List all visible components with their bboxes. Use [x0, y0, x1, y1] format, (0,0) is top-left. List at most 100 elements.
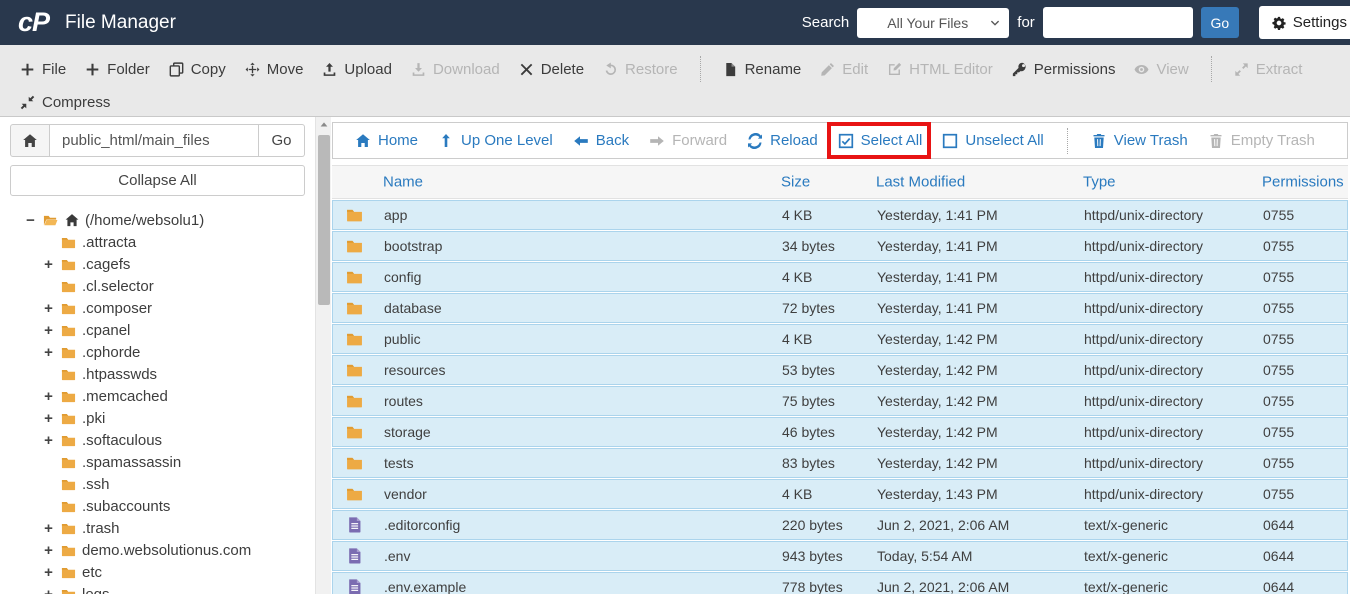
file-row[interactable]: resources 53 bytes Yesterday, 1:42 PM ht…	[332, 355, 1348, 385]
toolbar-button[interactable]: Move	[245, 61, 303, 78]
filenav-button[interactable]: Select All	[826, 122, 932, 159]
toolbar-button[interactable]: Download	[411, 61, 500, 78]
tree-item[interactable]: + .trash	[10, 517, 305, 539]
column-header-permissions[interactable]: Permissions	[1262, 174, 1344, 191]
tree-item[interactable]: + .composer	[10, 297, 305, 319]
tree-item[interactable]: + demo.websolutionus.com	[10, 539, 305, 561]
search-scope-select[interactable]: All Your Files	[857, 7, 1010, 38]
tree-item[interactable]: + logs	[10, 583, 305, 594]
toolbar-button[interactable]: Folder	[85, 61, 150, 78]
collapse-all-button[interactable]: Collapse All	[10, 165, 305, 196]
folder-icon	[60, 389, 77, 404]
checkbox-empty-icon	[942, 133, 958, 149]
column-header-last-modified[interactable]: Last Modified	[876, 174, 965, 191]
toolbar-button[interactable]: Delete	[519, 61, 584, 78]
file-type: httpd/unix-directory	[1084, 393, 1204, 409]
file-row[interactable]: app 4 KB Yesterday, 1:41 PM httpd/unix-d…	[332, 200, 1348, 230]
tree-expander[interactable]: +	[42, 432, 55, 449]
file-row[interactable]: routes 75 bytes Yesterday, 1:42 PM httpd…	[332, 386, 1348, 416]
filenav-button[interactable]: Unselect All	[942, 132, 1044, 149]
tree-expander[interactable]: +	[42, 520, 55, 537]
main-panel: Home Up One Level Back Forward Reload Se…	[331, 117, 1350, 594]
column-header-type[interactable]: Type	[1083, 174, 1116, 191]
filenav-button[interactable]: Home	[355, 132, 418, 149]
toolbar-button-label: Delete	[540, 60, 585, 78]
search-for-label: for	[1017, 14, 1035, 31]
toolbar-button[interactable]: Copy	[169, 61, 226, 78]
tree-expander[interactable]: +	[42, 256, 55, 273]
tree-expander[interactable]: +	[42, 388, 55, 405]
tree-item[interactable]: .ssh	[10, 473, 305, 495]
toolbar-button[interactable]: Permissions	[1012, 61, 1115, 78]
tree-expander[interactable]: +	[42, 344, 55, 361]
tree-expander[interactable]: +	[42, 322, 55, 339]
sidebar-home-button[interactable]	[10, 124, 50, 157]
file-row[interactable]: database 72 bytes Yesterday, 1:41 PM htt…	[332, 293, 1348, 323]
search-go-button[interactable]: Go	[1200, 7, 1239, 38]
tree-item[interactable]: + .memcached	[10, 385, 305, 407]
tree-item[interactable]: − (/home/websolu1)	[10, 209, 305, 231]
file-row[interactable]: bootstrap 34 bytes Yesterday, 1:41 PM ht…	[332, 231, 1348, 261]
toolbar-button[interactable]: Rename	[723, 61, 801, 78]
toolbar-button[interactable]: Compress	[20, 94, 110, 111]
toolbar-button[interactable]: Restore	[603, 61, 678, 78]
file-row[interactable]: tests 83 bytes Yesterday, 1:42 PM httpd/…	[332, 448, 1348, 478]
toolbar-row-2: Compress	[20, 88, 1350, 116]
file-row[interactable]: config 4 KB Yesterday, 1:41 PM httpd/uni…	[332, 262, 1348, 292]
filenav-button[interactable]: Reload	[747, 132, 818, 149]
file-row[interactable]: .env.example 778 bytes Jun 2, 2021, 2:06…	[332, 572, 1348, 594]
tree-item-label: .attracta	[82, 233, 137, 251]
tree-item[interactable]: + .cphorde	[10, 341, 305, 363]
file-size: 943 bytes	[782, 548, 843, 564]
settings-button[interactable]: Settings	[1258, 6, 1350, 39]
file-permissions: 0755	[1263, 424, 1295, 440]
tree-item[interactable]: .attracta	[10, 231, 305, 253]
tree-item[interactable]: + etc	[10, 561, 305, 583]
tree-item[interactable]: + .cpanel	[10, 319, 305, 341]
toolbar-button[interactable]: Edit	[820, 61, 868, 78]
tree-item[interactable]: + .softaculous	[10, 429, 305, 451]
folder-icon	[60, 411, 77, 426]
file-row[interactable]: .env 943 bytes Today, 5:54 AM text/x-gen…	[332, 541, 1348, 571]
tree-expander[interactable]: −	[24, 212, 37, 229]
toolbar-button[interactable]: Upload	[322, 61, 392, 78]
path-input[interactable]	[50, 124, 259, 157]
filenav-button[interactable]: Back	[573, 132, 629, 149]
tree-item[interactable]: .spamassassin	[10, 451, 305, 473]
file-list: app 4 KB Yesterday, 1:41 PM httpd/unix-d…	[331, 200, 1350, 594]
toolbar-button-label: Copy	[190, 60, 226, 78]
folder-open-icon	[42, 213, 59, 228]
tree-expander[interactable]: +	[42, 300, 55, 317]
filenav-button[interactable]: View Trash	[1091, 132, 1188, 149]
filenav-button[interactable]: Up One Level	[438, 132, 553, 149]
scroll-up-arrow[interactable]	[318, 119, 330, 131]
tree-expander[interactable]: +	[42, 542, 55, 559]
file-row[interactable]: storage 46 bytes Yesterday, 1:42 PM http…	[332, 417, 1348, 447]
tree-item[interactable]: .cl.selector	[10, 275, 305, 297]
tree-expander[interactable]: +	[42, 586, 55, 594]
folder-icon	[60, 587, 77, 594]
file-row[interactable]: .editorconfig 220 bytes Jun 2, 2021, 2:0…	[332, 510, 1348, 540]
toolbar-button[interactable]: HTML Editor	[887, 61, 993, 78]
toolbar-button[interactable]: Extract	[1234, 61, 1302, 78]
search-input[interactable]	[1042, 7, 1193, 38]
column-header-name[interactable]: Name	[383, 174, 423, 191]
toolbar-button[interactable]: File	[20, 61, 66, 78]
file-row[interactable]: vendor 4 KB Yesterday, 1:43 PM httpd/uni…	[332, 479, 1348, 509]
tree-item[interactable]: .htpasswds	[10, 363, 305, 385]
tree-item[interactable]: + .cagefs	[10, 253, 305, 275]
file-row[interactable]: public 4 KB Yesterday, 1:42 PM httpd/uni…	[332, 324, 1348, 354]
toolbar-button[interactable]: View	[1134, 61, 1189, 78]
sidebar-scrollbar[interactable]	[315, 117, 331, 594]
tree-expander[interactable]: +	[42, 564, 55, 581]
tree-item[interactable]: .subaccounts	[10, 495, 305, 517]
trash-icon	[1091, 133, 1107, 149]
path-go-button[interactable]: Go	[259, 124, 305, 157]
tree-expander[interactable]: +	[42, 410, 55, 427]
file-permissions: 0755	[1263, 486, 1295, 502]
filenav-button[interactable]: Empty Trash	[1208, 132, 1315, 149]
column-header-size[interactable]: Size	[781, 174, 810, 191]
filenav-button[interactable]: Forward	[649, 132, 727, 149]
tree-item[interactable]: + .pki	[10, 407, 305, 429]
scrollbar-thumb[interactable]	[318, 135, 330, 305]
